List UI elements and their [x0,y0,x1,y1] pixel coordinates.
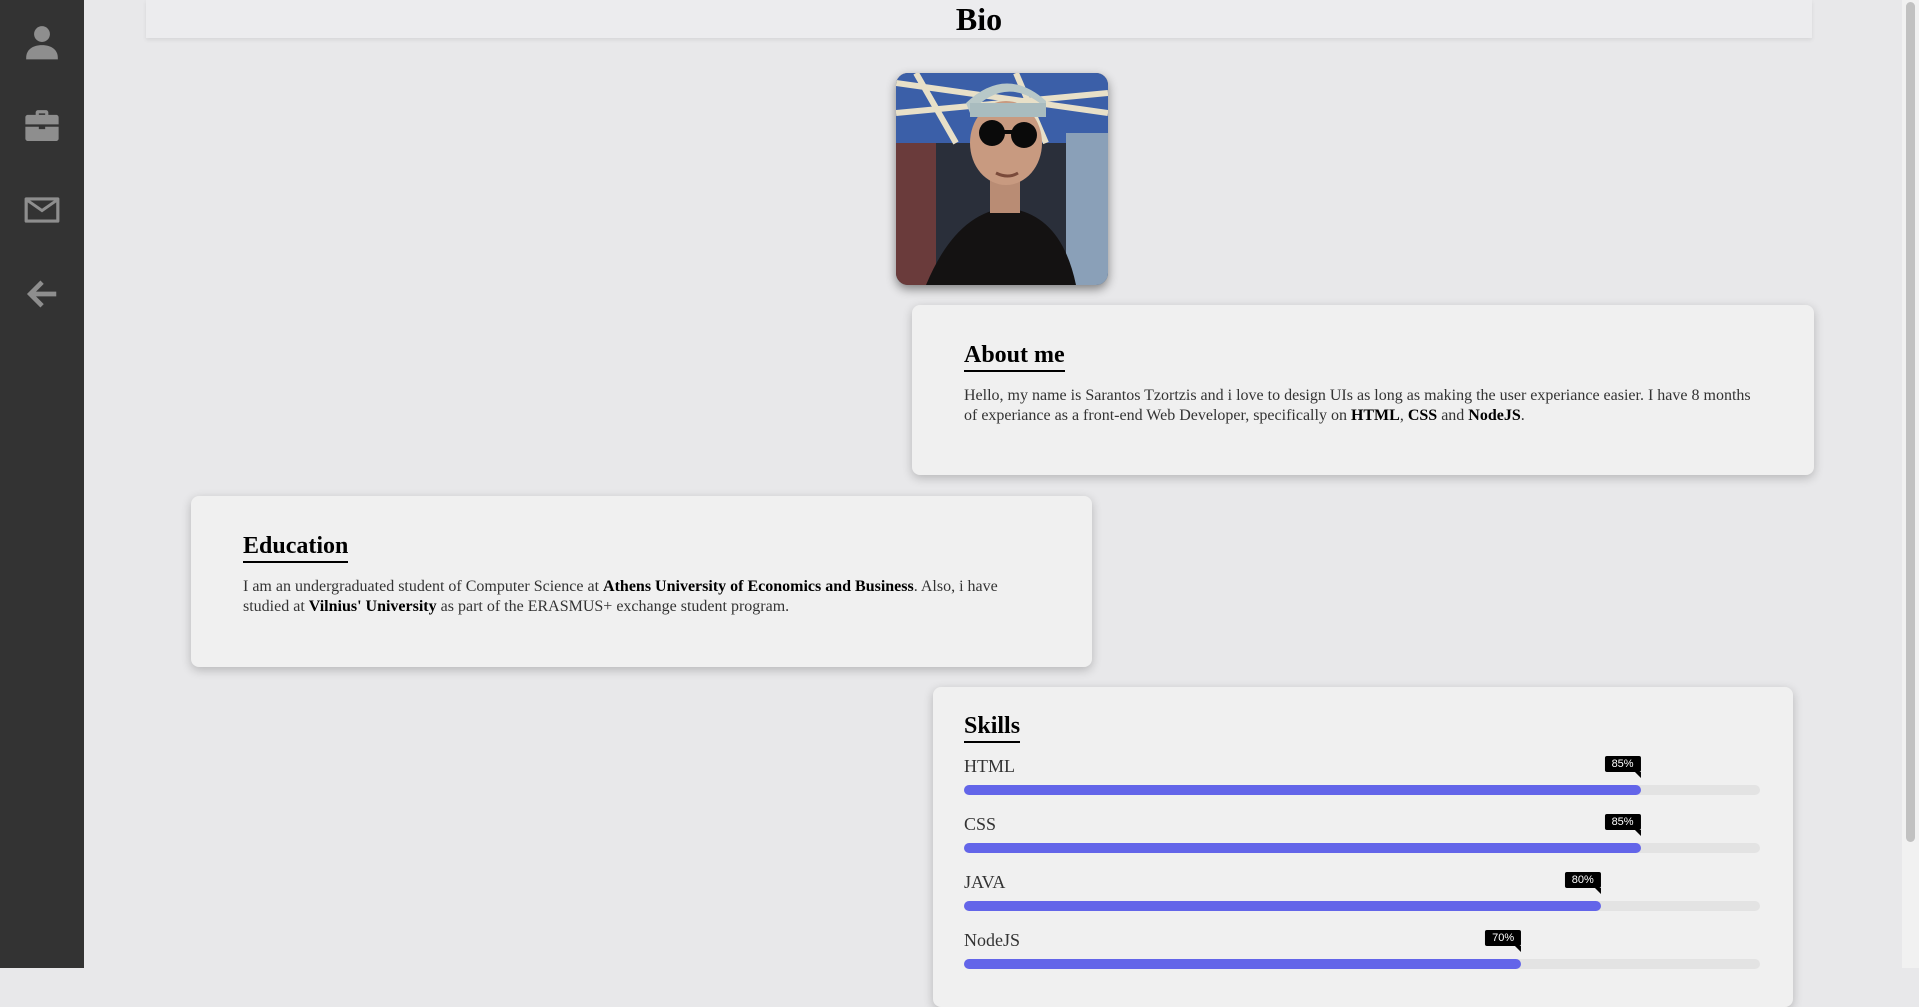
skill-name: JAVA [964,872,1006,892]
profile-photo [896,73,1108,285]
skills-card: Skills HTML 85% CSS 85% JAVA 80% NodeJS … [933,687,1793,1007]
page-header: Bio [146,0,1812,38]
skill-item-css: CSS 85% [964,813,1762,857]
education-card: Education I am an undergraduated student… [191,496,1092,667]
nav-profile-button[interactable] [18,18,66,66]
about-text: Hello, my name is Sarantos Tzortzis and … [964,387,1751,424]
skill-percent-tooltip: 70% [1485,930,1522,952]
nav-contact-button[interactable] [18,186,66,234]
skill-bar-fill [964,901,1601,911]
skill-percent-tooltip: 85% [1604,814,1641,836]
skill-item-html: HTML 85% [964,755,1762,799]
skill-bar-track [964,843,1760,853]
skill-name: CSS [964,814,997,834]
sidebar [0,0,84,968]
skill-name: HTML [964,756,1015,776]
page-title: Bio [955,1,1003,37]
skill-name: NodeJS [964,930,1021,950]
skill-percent-tooltip: 85% [1604,756,1641,778]
skill-percent-tooltip: 80% [1564,872,1601,894]
skill-bar-fill [964,843,1641,853]
arrow-left-icon [26,280,57,308]
skills-heading: Skills [964,712,1021,743]
skill-bar-track [964,901,1760,911]
user-icon [26,26,58,60]
about-skill-nodejs: NodeJS [1468,407,1521,424]
about-skill-html: HTML [1350,407,1400,424]
skill-item-java: JAVA 80% [964,871,1762,915]
scrollbar-thumb[interactable] [1906,2,1915,842]
skill-item-nodejs: NodeJS 70% [964,929,1762,973]
about-card: About me Hello, my name is Sarantos Tzor… [912,305,1814,475]
nav-portfolio-button[interactable] [18,102,66,150]
nav-back-button[interactable] [18,270,66,318]
envelope-icon [24,197,60,223]
vertical-scrollbar[interactable] [1902,0,1919,968]
about-skill-css: CSS [1407,407,1438,424]
about-heading: About me [964,341,1065,372]
education-university-vilnius: Vilnius' University [308,598,437,615]
briefcase-icon [25,110,59,142]
education-heading: Education [243,532,349,563]
education-text: I am an undergraduated student of Comput… [243,578,998,615]
education-university-aueb: Athens University of Economics and Busin… [603,578,914,595]
skill-bar-fill [964,785,1641,795]
skill-bar-track [964,785,1760,795]
